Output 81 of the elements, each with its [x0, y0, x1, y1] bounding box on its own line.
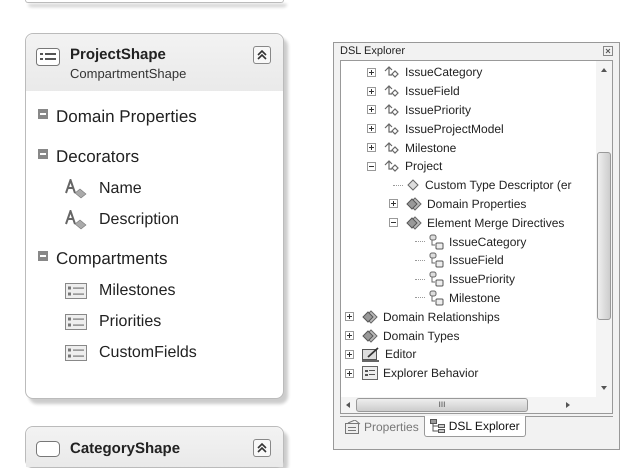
tree-item[interactable]: IssueCategory — [449, 234, 526, 249]
class-icon — [384, 65, 400, 80]
class-icon — [384, 84, 400, 98]
shape-type: CompartmentShape — [70, 66, 188, 81]
scrollbar-thumb[interactable]: III — [356, 398, 528, 412]
double-diamond-icon — [406, 216, 422, 230]
expander-icon[interactable] — [367, 68, 376, 77]
section-label: Compartments — [56, 249, 168, 269]
panel-tab[interactable]: DSL Explorer — [424, 416, 526, 437]
list-icon — [65, 282, 87, 298]
editor-icon — [362, 346, 380, 362]
merge-icon — [428, 290, 444, 306]
collapse-icon[interactable] — [38, 251, 48, 261]
collapse-button[interactable] — [253, 439, 271, 457]
tree-item[interactable]: Project — [405, 159, 442, 174]
double-diamond-icon — [362, 310, 378, 324]
section-label: Domain Properties — [56, 107, 197, 127]
collapse-icon[interactable] — [38, 109, 48, 119]
tree-item[interactable]: Element Merge Directives — [427, 216, 564, 230]
merge-icon — [428, 252, 444, 268]
expander-icon[interactable] — [389, 199, 398, 208]
window-icon — [362, 366, 378, 380]
tree-item[interactable]: Domain Types — [383, 328, 460, 343]
class-icon — [384, 102, 400, 117]
collapse-button[interactable] — [253, 46, 271, 64]
shape-item-label: Priorities — [99, 312, 162, 330]
text-decorator-icon — [65, 178, 87, 198]
tree-item[interactable]: IssueField — [405, 84, 460, 98]
rectangle-shape-icon — [36, 441, 60, 457]
panel-title: DSL Explorer — [340, 45, 406, 57]
panel-tab[interactable]: Properties — [340, 417, 424, 437]
tree-item[interactable]: Milestone — [405, 140, 456, 155]
shape-title: CategoryShape — [70, 440, 182, 456]
tree-item[interactable]: Domain Properties — [427, 196, 526, 211]
properties-icon — [345, 420, 361, 434]
expander-icon[interactable] — [345, 331, 354, 340]
shape-item-label: Description — [99, 210, 180, 228]
shape-title: ProjectShape — [70, 46, 167, 63]
list-icon — [65, 314, 87, 330]
horizontal-scrollbar[interactable]: III — [341, 397, 612, 413]
collapse-icon[interactable] — [38, 149, 48, 159]
tree-item[interactable]: IssueProjectModel — [405, 122, 504, 136]
vertical-scrollbar[interactable] — [596, 61, 612, 397]
text-decorator-icon — [65, 210, 87, 230]
tree-item[interactable]: Editor — [385, 347, 416, 362]
expander-icon[interactable] — [345, 350, 354, 359]
class-icon — [384, 140, 400, 155]
list-icon — [65, 344, 87, 360]
tree-item[interactable]: Milestone — [449, 290, 500, 305]
double-diamond-icon — [362, 328, 378, 343]
expander-icon[interactable] — [367, 143, 376, 152]
expander-icon[interactable] — [345, 312, 354, 322]
expander-icon[interactable] — [367, 124, 376, 134]
shape-item-label: CustomFields — [99, 344, 197, 362]
scrollbar-thumb[interactable] — [597, 152, 611, 320]
expander-icon[interactable] — [389, 218, 398, 228]
tree-item[interactable]: IssuePriority — [405, 102, 472, 117]
merge-icon — [428, 271, 444, 288]
expander-icon[interactable] — [367, 105, 376, 114]
tree-item[interactable]: IssuePriority — [449, 272, 516, 286]
double-chevron-up-icon — [256, 49, 268, 61]
class-icon — [384, 122, 400, 136]
close-icon[interactable] — [603, 46, 613, 56]
diamond-icon — [406, 178, 420, 192]
double-diamond-icon — [406, 196, 422, 211]
merge-icon — [428, 234, 444, 250]
shape-item-label: Name — [99, 180, 142, 198]
expander-icon[interactable] — [367, 86, 376, 96]
tree-item[interactable]: Custom Type Descriptor (er — [425, 178, 572, 192]
double-chevron-up-icon — [256, 442, 268, 454]
class-icon — [384, 159, 400, 174]
expander-icon[interactable] — [367, 162, 376, 171]
section-label: Decorators — [56, 147, 140, 167]
tree-item[interactable]: IssueField — [449, 253, 504, 268]
expander-icon[interactable] — [345, 368, 354, 378]
tree-item[interactable]: Domain Relationships — [383, 310, 500, 324]
compartment-shape-icon — [36, 48, 60, 66]
tree-view-icon — [430, 419, 446, 433]
shape-item-label: Milestones — [99, 282, 176, 300]
tree-item[interactable]: IssueCategory — [405, 65, 482, 80]
tree-item[interactable]: Explorer Behavior — [383, 366, 478, 380]
